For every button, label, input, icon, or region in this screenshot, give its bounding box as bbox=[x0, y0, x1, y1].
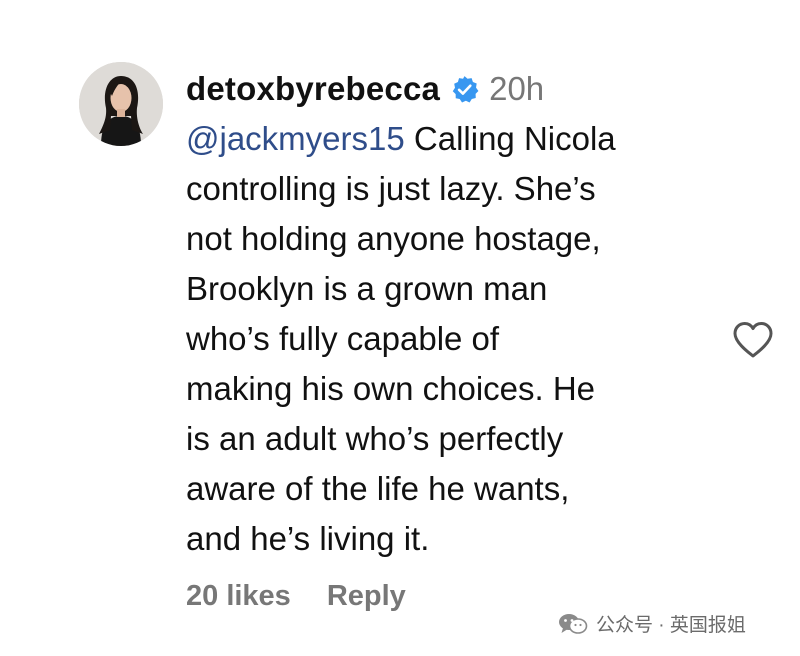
comment-header: detoxbyrebecca 20h bbox=[186, 64, 716, 114]
mention-link[interactable]: @jackmyers15 bbox=[186, 120, 405, 157]
comment-item: detoxbyrebecca 20h @jackmyers15 Calling … bbox=[0, 0, 800, 656]
heart-outline-icon[interactable] bbox=[731, 320, 775, 360]
comment-text: @jackmyers15 Calling Nicola controlling … bbox=[186, 114, 716, 564]
username-link[interactable]: detoxbyrebecca bbox=[186, 64, 440, 114]
comment-line: making his own choices. He bbox=[186, 370, 596, 407]
comment-line: is an adult who’s perfectly bbox=[186, 420, 564, 457]
verified-badge-icon bbox=[450, 75, 479, 104]
wechat-logo-icon bbox=[558, 612, 588, 636]
comment-line: aware of the life he wants, bbox=[186, 470, 570, 507]
comment-footer: 20 likes Reply bbox=[186, 580, 406, 613]
comment-line: @jackmyers15 Calling Nicola bbox=[186, 114, 716, 164]
watermark: 公众号 · 英国报姐 bbox=[558, 610, 746, 637]
comment-timestamp: 20h bbox=[489, 70, 545, 107]
comment-line: Brooklyn is a grown man bbox=[186, 270, 548, 307]
likes-count[interactable]: 20 likes bbox=[186, 580, 291, 613]
comment-line: controlling is just lazy. She’s bbox=[186, 170, 596, 207]
comment-line-text: Calling Nicola bbox=[404, 120, 616, 157]
avatar-image bbox=[79, 62, 163, 146]
avatar[interactable] bbox=[79, 62, 163, 146]
reply-button[interactable]: Reply bbox=[327, 580, 406, 613]
comment-line: and he’s living it. bbox=[186, 520, 430, 557]
watermark-text: 公众号 · 英国报姐 bbox=[596, 615, 746, 636]
comment-content: detoxbyrebecca 20h @jackmyers15 Calling … bbox=[186, 64, 716, 564]
comment-line: not holding anyone hostage, bbox=[186, 220, 601, 257]
comment-line: who’s fully capable of bbox=[186, 320, 500, 357]
